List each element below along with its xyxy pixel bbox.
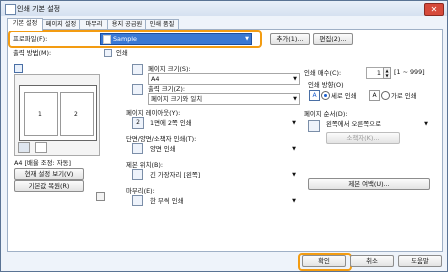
page-size-icon [132, 64, 143, 75]
page-order-label: 페이지 순서(D): [304, 110, 348, 118]
chevron-down-icon: ▼ [292, 146, 296, 152]
document-icon [103, 35, 111, 44]
print-preferences-window: 인쇄 기본 설정 ✕ 기본 설정 페이지 설정 마무리 용지 공급원 인쇄 품질… [0, 0, 448, 272]
tab-content: 프로파일(F): Sample ▼ 추가(1)... 편집(2)... 출력 방… [7, 29, 443, 252]
output-size-label: 출력 크기(Z): [148, 85, 186, 93]
preview-page-2: 2 [60, 92, 94, 136]
page-layout-select[interactable]: 1면에 2쪽 인쇄 ▼ [148, 118, 298, 128]
preview-mode-icon[interactable] [14, 64, 23, 73]
help-button[interactable]: 도움말 [398, 255, 442, 267]
binding-select[interactable]: 긴 가장자리 [왼쪽] ▼ [148, 170, 298, 180]
scroll-icon[interactable] [96, 192, 105, 201]
close-button[interactable]: ✕ [424, 3, 444, 16]
print-icon [104, 49, 112, 57]
preview-caption: A4 [배율 조정: 자동] [14, 159, 71, 167]
copies-range: [1 ~ 999] [394, 68, 425, 76]
chevron-down-icon: ▼ [292, 172, 296, 178]
chevron-down-icon: ▼ [245, 36, 249, 42]
chevron-down-icon: ▼ [292, 120, 296, 126]
output-size-value: 페이지 크기와 일치 [151, 95, 203, 103]
chevron-down-icon: ▼ [292, 198, 296, 204]
ok-button[interactable]: 확인 [302, 255, 346, 267]
binding-margin-button[interactable]: 제본 여백(U)... [308, 178, 430, 190]
preview-sheet: 1 2 [19, 85, 97, 141]
view-settings-button[interactable]: 현재 설정 보기(V) [14, 168, 84, 180]
preview-page-number: 1 [38, 111, 42, 118]
restore-defaults-button[interactable]: 기본값 복원(R) [14, 180, 84, 192]
output-size-icon [132, 84, 143, 95]
landscape-icon: A [369, 90, 380, 101]
finishing-label: 마무리(E): [126, 187, 155, 195]
window-title: 인쇄 기본 설정 [17, 5, 61, 13]
page-layout-label: 페이지 레이아웃(Y): [126, 109, 181, 117]
layout-icon: 2 [132, 117, 144, 129]
binding-icon [132, 169, 143, 180]
output-size-select[interactable]: 페이지 크기와 일치 ▼ [148, 93, 300, 105]
page-size-label: 페이지 크기(S): [148, 65, 191, 73]
cancel-button[interactable]: 취소 [350, 255, 394, 267]
chevron-down-icon: ▼ [424, 121, 428, 127]
copies-label: 인쇄 매수(C): [304, 69, 342, 77]
duplex-icon [132, 143, 143, 154]
output-method-select[interactable]: 인쇄 [104, 48, 254, 58]
preview-page-number: 2 [74, 111, 78, 118]
portrait-label: 세로 인쇄 [331, 92, 357, 100]
profile-value: Sample [113, 35, 137, 43]
preview-page-1: 1 [24, 92, 58, 136]
portrait-icon: A [309, 90, 320, 101]
profile-label: 프로파일(F): [13, 35, 48, 43]
printer-preview-icon [18, 142, 30, 153]
duplex-value: 양면 인쇄 [150, 145, 176, 153]
title-bar: 인쇄 기본 설정 ✕ [1, 1, 447, 16]
duplex-select[interactable]: 양면 인쇄 ▼ [148, 144, 298, 154]
copies-spinner[interactable]: ▲ ▼ [383, 67, 391, 79]
page-order-icon [308, 120, 320, 132]
output-method-label: 출력 방법(M): [13, 49, 52, 57]
finishing-select[interactable]: 한 부씩 인쇄 ▼ [148, 196, 298, 206]
edit-profile-button[interactable]: 편집(2)... [313, 33, 353, 45]
page-order-select[interactable]: 왼쪽에서 오른쪽으로 ▼ [324, 119, 430, 129]
finishing-icon [132, 195, 143, 206]
preview-area: 1 2 [14, 74, 100, 156]
binding-value: 긴 가장자리 [왼쪽] [150, 171, 201, 179]
duplex-label: 단면/양면/소책자 인쇄(T): [126, 135, 197, 143]
binding-label: 제본 위치(B): [126, 161, 164, 169]
tab-basic-settings[interactable]: 기본 설정 [7, 18, 43, 31]
duplex-preview-icon [35, 142, 47, 153]
orientation-label: 인쇄 방향(O) [308, 81, 344, 89]
page-layout-value: 1면에 2쪽 인쇄 [150, 119, 192, 127]
chevron-down-icon: ▼ [293, 96, 297, 102]
landscape-label: 가로 인쇄 [391, 92, 417, 100]
chevron-down-icon: ▼ [293, 76, 297, 82]
page-size-value: A4 [151, 75, 160, 83]
landscape-radio[interactable] [381, 91, 390, 100]
add-profile-button[interactable]: 추가(1)... [270, 33, 310, 45]
finishing-value: 한 부씩 인쇄 [150, 197, 184, 205]
portrait-radio[interactable] [321, 91, 330, 100]
booklet-button[interactable]: 소책자(K)... [326, 132, 400, 144]
profile-select[interactable]: Sample ▼ [100, 33, 252, 45]
copies-input[interactable]: 1 [366, 67, 384, 79]
output-method-value: 인쇄 [116, 49, 128, 57]
page-order-value: 왼쪽에서 오른쪽으로 [326, 120, 381, 128]
printer-icon [5, 4, 16, 15]
